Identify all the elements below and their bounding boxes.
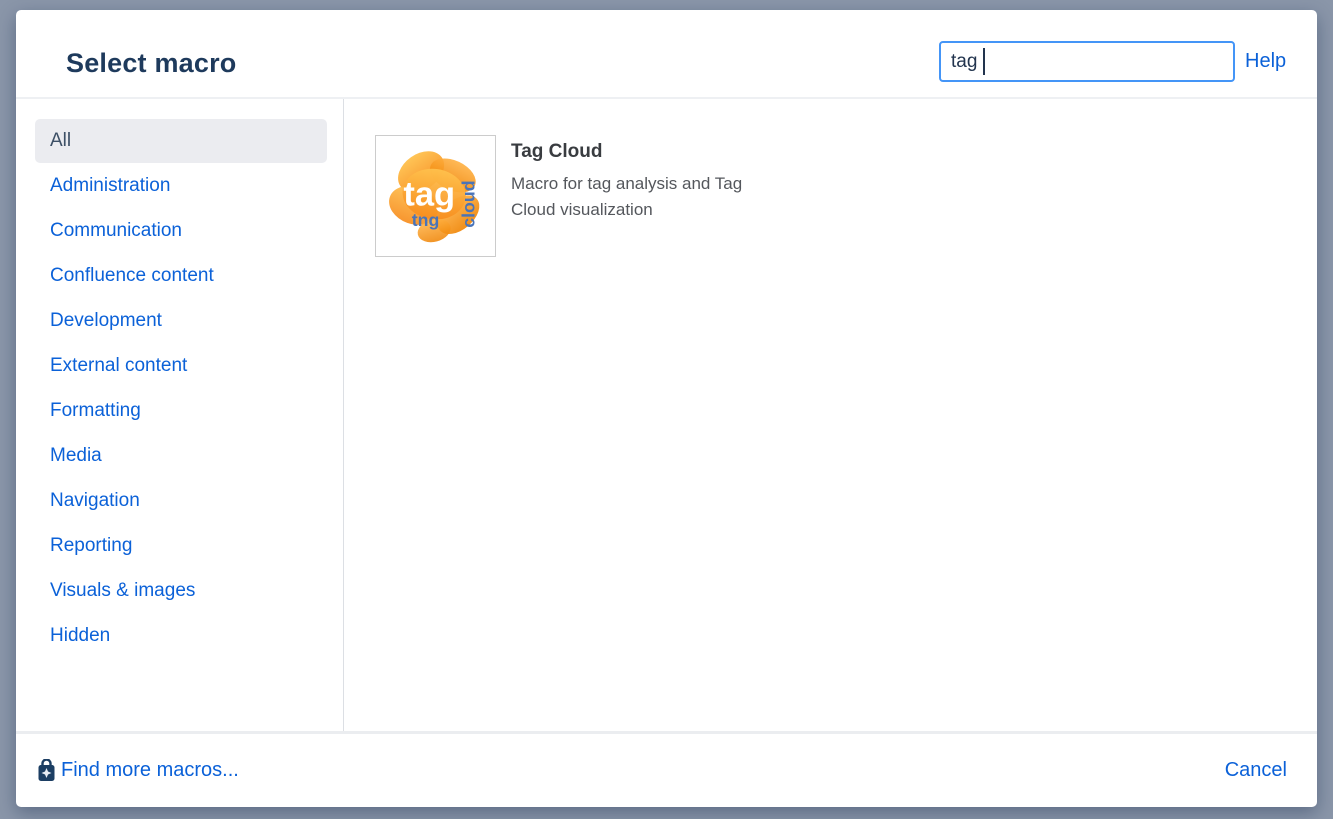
sidebar-item-formatting[interactable]: Formatting [16,388,343,433]
macro-result-tag-cloud[interactable]: tag tng cloud Tag Cloud Macro for tag an… [375,135,1317,257]
sidebar-item-hidden[interactable]: Hidden [16,613,343,658]
sidebar-item-navigation[interactable]: Navigation [16,478,343,523]
sidebar-item-reporting[interactable]: Reporting [16,523,343,568]
svg-text:tag: tag [403,175,455,213]
help-link[interactable]: Help [1245,50,1286,73]
marketplace-icon [37,759,56,782]
sidebar-item-confluence-content[interactable]: Confluence content [16,253,343,298]
category-list: AllAdministrationCommunicationConfluence… [16,119,343,658]
page-title: Select macro [66,48,237,79]
page-overlay: { "dialog": { "title": "Select macro", "… [0,0,1333,819]
sidebar-item-external-content[interactable]: External content [16,343,343,388]
dialog-header: Select macro Help [16,10,1317,99]
macro-description: Macro for tag analysis and Tag Cloud vis… [511,171,773,223]
sidebar-item-visuals-images[interactable]: Visuals & images [16,568,343,613]
category-sidebar: AllAdministrationCommunicationConfluence… [16,99,344,731]
text-caret [983,48,985,75]
sidebar-item-communication[interactable]: Communication [16,208,343,253]
macro-icon-box: tag tng cloud [375,135,496,257]
sidebar-item-all[interactable]: All [35,119,327,163]
sidebar-item-development[interactable]: Development [16,298,343,343]
dialog-body: AllAdministrationCommunicationConfluence… [16,99,1317,731]
svg-text:tng: tng [411,210,439,230]
svg-text:cloud: cloud [458,180,478,227]
cancel-button[interactable]: Cancel [1225,759,1287,782]
macro-title: Tag Cloud [511,141,773,163]
sidebar-item-administration[interactable]: Administration [16,163,343,208]
macro-text: Tag Cloud Macro for tag analysis and Tag… [496,135,773,257]
macro-results: tag tng cloud Tag Cloud Macro for tag an… [344,99,1317,731]
search-wrap [939,41,1235,82]
dialog-footer: Find more macros... Cancel [16,731,1317,807]
tag-cloud-icon: tag tng cloud [380,140,492,252]
select-macro-dialog: Select macro Help AllAdministrationCommu… [16,10,1317,807]
sidebar-item-media[interactable]: Media [16,433,343,478]
find-more-macros-link[interactable]: Find more macros... [37,759,239,782]
find-more-label: Find more macros... [61,759,239,782]
